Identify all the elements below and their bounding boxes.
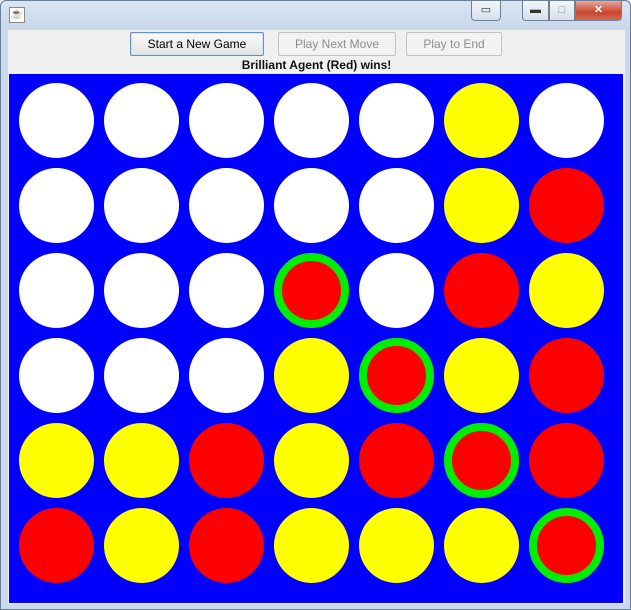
- play-to-end-button[interactable]: Play to End: [406, 32, 502, 56]
- window-extra-button[interactable]: ▭: [471, 1, 501, 21]
- board-cell-r4-c6[interactable]: [529, 423, 604, 498]
- board-cell-r0-c1[interactable]: [104, 83, 179, 158]
- board-cell-r0-c4[interactable]: [359, 83, 434, 158]
- board-cell-r5-c1[interactable]: [104, 508, 179, 583]
- board-cell-r1-c2[interactable]: [189, 168, 264, 243]
- board-cell-r0-c3[interactable]: [274, 83, 349, 158]
- board-cell-r4-c4[interactable]: [359, 423, 434, 498]
- board-cell-r2-c4[interactable]: [359, 253, 434, 328]
- board-cell-r4-c5-winning[interactable]: [444, 423, 519, 498]
- board-cell-r4-c3[interactable]: [274, 423, 349, 498]
- board-cell-r4-c0[interactable]: [19, 423, 94, 498]
- board-cell-r1-c1[interactable]: [104, 168, 179, 243]
- board-cell-r5-c4[interactable]: [359, 508, 434, 583]
- board-cell-r5-c0[interactable]: [19, 508, 94, 583]
- board-cell-r5-c6-winning[interactable]: [529, 508, 604, 583]
- game-status-label: Brilliant Agent (Red) wins!: [241, 58, 392, 72]
- board-cell-r2-c6[interactable]: [529, 253, 604, 328]
- board-cell-r0-c5[interactable]: [444, 83, 519, 158]
- client-area: Start a New Game Play Next Move Play to …: [8, 30, 625, 604]
- board-cell-r0-c2[interactable]: [189, 83, 264, 158]
- board-cell-r3-c5[interactable]: [444, 338, 519, 413]
- board-cell-r2-c5[interactable]: [444, 253, 519, 328]
- board-cell-r3-c3[interactable]: [274, 338, 349, 413]
- board-cell-r2-c1[interactable]: [104, 253, 179, 328]
- board-cell-r3-c1[interactable]: [104, 338, 179, 413]
- board-cell-r3-c6[interactable]: [529, 338, 604, 413]
- board-cell-r2-c2[interactable]: [189, 253, 264, 328]
- board-cell-r1-c0[interactable]: [19, 168, 94, 243]
- close-button[interactable]: ✕: [575, 1, 622, 21]
- board-cell-r5-c2[interactable]: [189, 508, 264, 583]
- board-cell-r0-c6[interactable]: [529, 83, 604, 158]
- minimize-button[interactable]: ▬: [522, 1, 549, 21]
- board-cell-r3-c2[interactable]: [189, 338, 264, 413]
- start-new-game-button[interactable]: Start a New Game: [130, 32, 264, 56]
- title-bar[interactable]: ☕ ▭ ▬ □ ✕: [1, 1, 630, 29]
- board-cell-r3-c4-winning[interactable]: [359, 338, 434, 413]
- board-cell-r2-c0[interactable]: [19, 253, 94, 328]
- board-cell-r5-c5[interactable]: [444, 508, 519, 583]
- board-cell-r1-c4[interactable]: [359, 168, 434, 243]
- board-cell-r5-c3[interactable]: [274, 508, 349, 583]
- board-cell-r4-c1[interactable]: [104, 423, 179, 498]
- board-cell-r3-c0[interactable]: [19, 338, 94, 413]
- board-cell-r4-c2[interactable]: [189, 423, 264, 498]
- play-next-move-button[interactable]: Play Next Move: [278, 32, 396, 56]
- toolbar: Start a New Game Play Next Move Play to …: [8, 30, 625, 60]
- game-board[interactable]: [9, 74, 623, 603]
- board-cell-r1-c6[interactable]: [529, 168, 604, 243]
- board-cell-r0-c0[interactable]: [19, 83, 94, 158]
- board-cell-r1-c5[interactable]: [444, 168, 519, 243]
- board-cell-r1-c3[interactable]: [274, 168, 349, 243]
- maximize-button[interactable]: □: [549, 1, 575, 21]
- board-cell-r2-c3-winning[interactable]: [274, 253, 349, 328]
- java-cup-icon[interactable]: ☕: [9, 7, 25, 23]
- app-window: ☕ ▭ ▬ □ ✕ Start a New Game Play Next Mov…: [0, 0, 631, 610]
